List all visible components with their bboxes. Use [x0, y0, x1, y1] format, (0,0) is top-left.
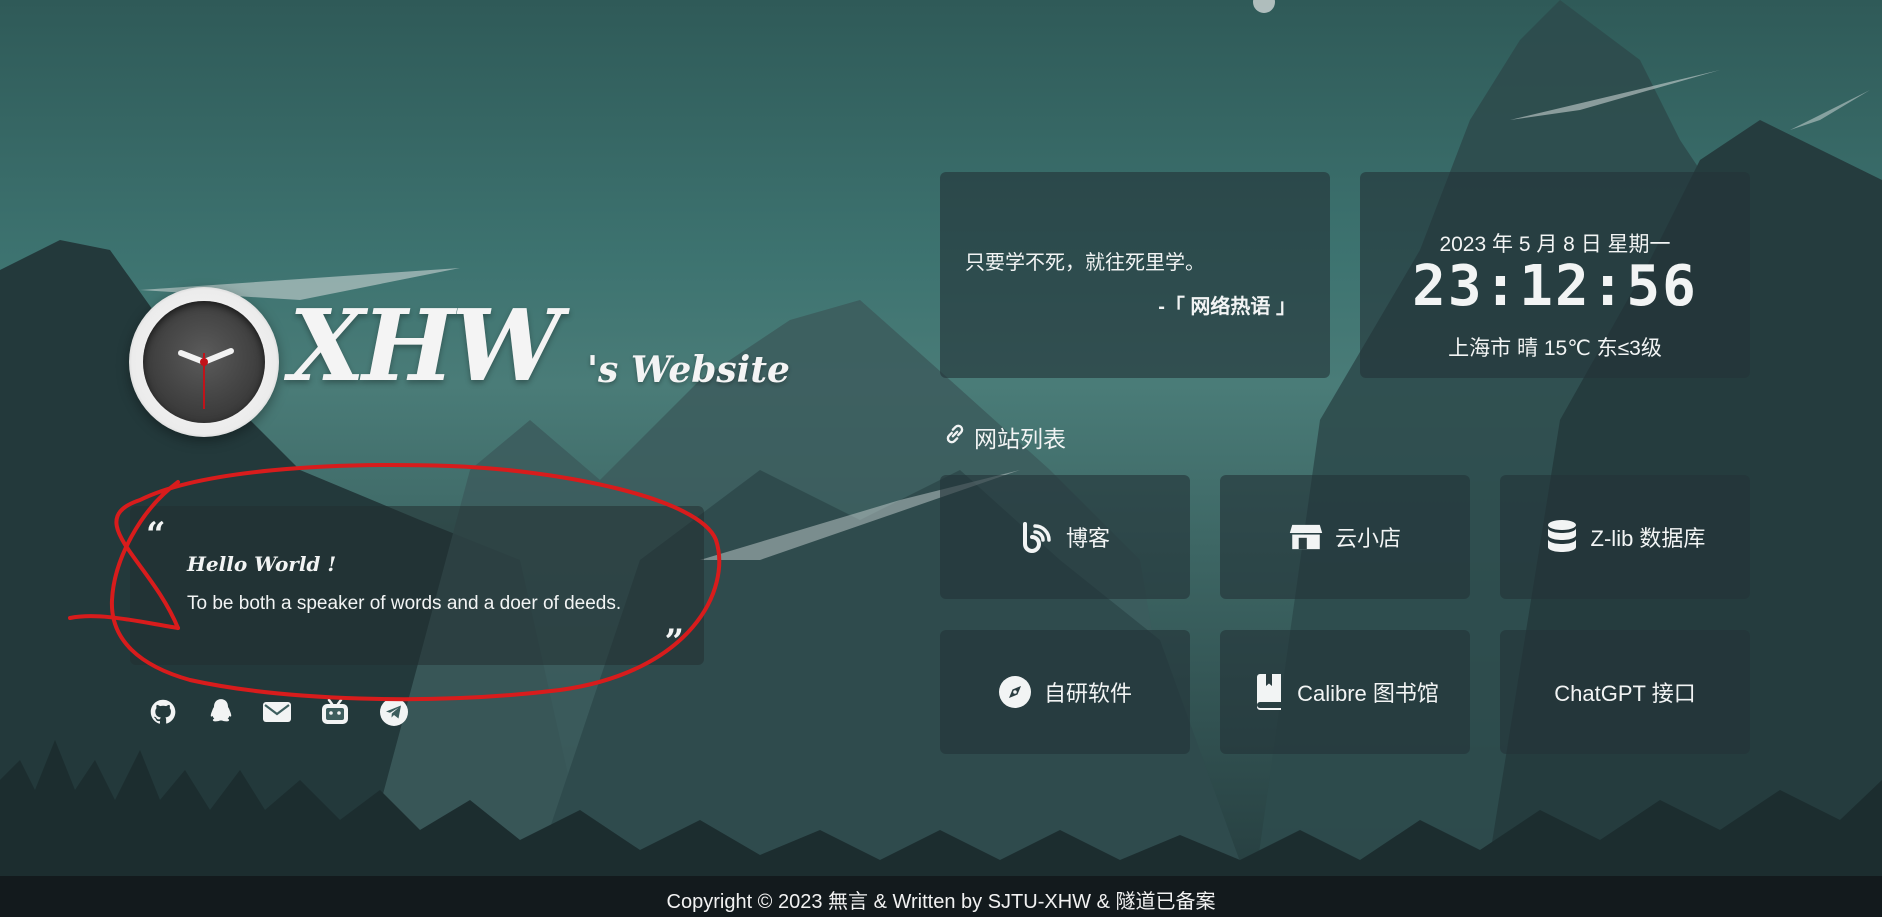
logo-title: XHW — [289, 289, 562, 404]
hitokoto-card[interactable]: 只要学不死，就往死里学。 -「 网络热语 」 — [940, 172, 1330, 378]
site-logo[interactable]: XHW 's Website — [129, 287, 790, 437]
github-icon[interactable] — [148, 697, 178, 727]
quote-card: “ Hello World ! To be both a speaker of … — [130, 506, 704, 665]
link-store[interactable]: 云小店 — [1220, 475, 1470, 599]
book-icon — [1251, 674, 1285, 710]
link-icon — [942, 421, 968, 453]
bilibili-icon[interactable] — [320, 697, 350, 727]
mountain-background — [0, 0, 1882, 917]
link-calibre[interactable]: Calibre 图书馆 — [1220, 630, 1470, 754]
compass-icon — [998, 675, 1032, 709]
footer: Copyright © 2023 無言 & Written by SJTU-XH… — [0, 876, 1882, 917]
open-quote-mark: “ — [146, 515, 166, 555]
blog-icon — [1020, 520, 1054, 554]
link-blog[interactable]: 博客 — [940, 475, 1190, 599]
link-label: Z-lib 数据库 — [1590, 526, 1706, 551]
copyright-text: Copyright © 2023 無言 & Written by SJTU-XH… — [666, 891, 1216, 913]
quote-heading: Hello World ! — [187, 552, 337, 576]
digital-clock: 23:12:56 — [1412, 254, 1698, 319]
link-label: 自研软件 — [1043, 681, 1132, 706]
link-label: Calibre 图书馆 — [1297, 681, 1439, 706]
weather-info: 上海市 晴 15℃ 东≤3级 — [1448, 337, 1662, 360]
hitokoto-source: -「 网络热语 」 — [1158, 296, 1296, 318]
database-icon — [1545, 520, 1579, 554]
link-zlib[interactable]: Z-lib 数据库 — [1500, 475, 1750, 599]
link-label: ChatGPT 接口 — [1554, 681, 1696, 706]
store-icon — [1289, 520, 1323, 554]
link-label: 博客 — [1065, 526, 1110, 551]
quote-text: To be both a speaker of words and a doer… — [187, 593, 622, 614]
close-quote-mark: ” — [664, 622, 684, 662]
site-list-title: 网站列表 — [974, 426, 1066, 452]
link-software[interactable]: 自研软件 — [940, 630, 1190, 754]
logo-subtitle: 's Website — [587, 349, 790, 391]
time-weather-card: 2023 年 5 月 8 日 星期一 23:12:56 上海市 晴 15℃ 东≤… — [1360, 172, 1750, 378]
clock-logo-icon — [129, 287, 279, 437]
link-chatgpt[interactable]: ChatGPT 接口 — [1500, 630, 1750, 754]
qq-icon[interactable] — [206, 697, 236, 727]
site-list-heading: 网站列表 — [942, 420, 1066, 454]
mail-icon[interactable] — [262, 697, 292, 727]
telegram-icon[interactable] — [379, 697, 409, 727]
link-label: 云小店 — [1334, 526, 1401, 551]
hitokoto-text: 只要学不死，就往死里学。 — [965, 252, 1205, 274]
